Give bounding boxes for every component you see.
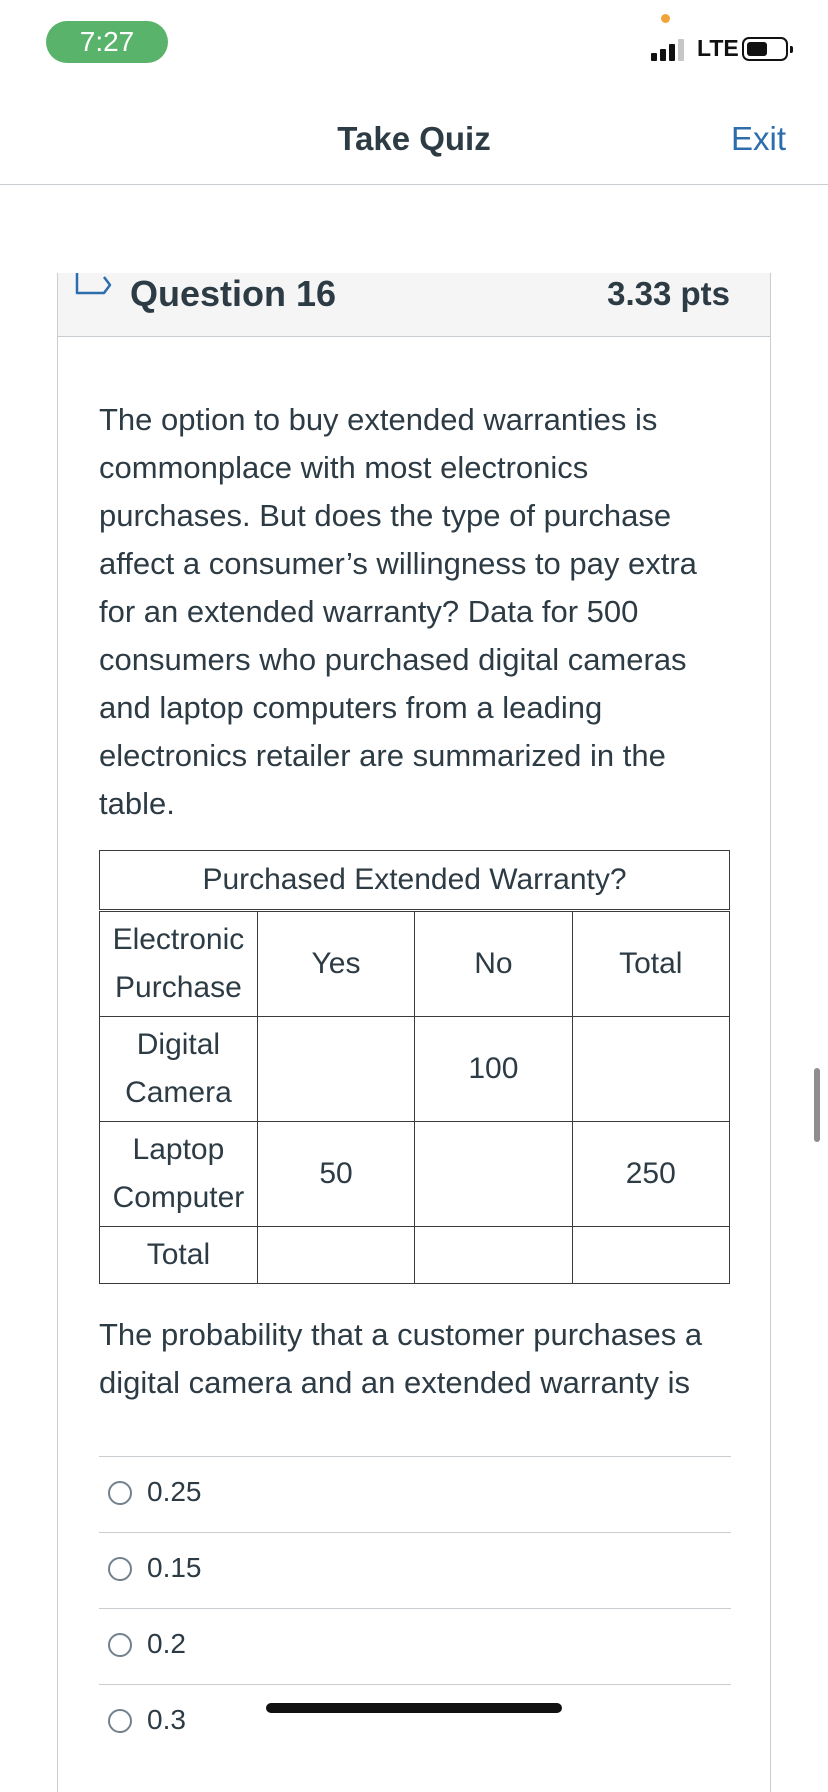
network-label: LTE [697,35,739,61]
table-header-cell: Total [571,910,731,1017]
question-points: 3.33 pts [607,275,730,312]
scrollbar[interactable] [814,1068,820,1142]
table-cell: 50 [256,1121,416,1227]
quiz-header: Take Quiz Exit [0,90,828,185]
table-cell [571,1016,731,1122]
table-cell [256,1226,416,1284]
radio-icon[interactable] [108,1557,132,1581]
table-cell [571,1226,731,1284]
table-cell: 250 [571,1121,731,1227]
question-header: Question 16 3.33 pts [58,273,770,337]
status-bar: 7:27 LTE [0,0,828,90]
status-time: 7:27 [46,21,168,63]
table-row: Total [99,1226,731,1284]
question-card: Question 16 3.33 pts The option to buy e… [57,273,771,1792]
table-header-row: Electronic Purchase Yes No Total [99,910,731,1017]
table-cell: Digital Camera [99,1016,258,1122]
radio-icon[interactable] [108,1709,132,1733]
question-prompt: The probability that a customer purchase… [99,1317,703,1400]
answer-option[interactable]: 0.15 [99,1532,731,1608]
radio-icon[interactable] [108,1481,132,1505]
flag-icon[interactable] [74,273,116,303]
radio-icon[interactable] [108,1633,132,1657]
table-row: Laptop Computer 50 250 [99,1121,731,1227]
table-cell: 100 [414,1016,573,1122]
table-caption: Purchased Extended Warranty? [99,850,730,912]
question-text: The option to buy extended warranties is… [99,402,697,821]
answer-label: 0.15 [147,1552,202,1583]
answer-list: 0.25 0.15 0.2 0.3 [99,1456,731,1760]
answer-label: 0.25 [147,1476,202,1507]
table-cell: Total [99,1226,258,1284]
answer-label: 0.3 [147,1704,186,1735]
table-header-cell: No [414,910,573,1017]
exit-button[interactable]: Exit [731,120,786,158]
table-cell [256,1016,416,1122]
table-cell [414,1226,573,1284]
data-table: Purchased Extended Warranty? Electronic … [99,850,731,1284]
home-indicator[interactable] [266,1703,562,1713]
battery-icon [742,37,793,61]
table-row: Digital Camera 100 [99,1016,731,1122]
answer-option[interactable]: 0.2 [99,1608,731,1684]
answer-option[interactable]: 0.3 [99,1684,731,1760]
page-title: Take Quiz [337,120,491,157]
question-title: Question 16 [130,273,337,314]
answer-label: 0.2 [147,1628,186,1659]
table-cell [414,1121,573,1227]
answer-option[interactable]: 0.25 [99,1456,731,1532]
signal-icon [651,37,689,61]
privacy-indicator-dot [661,14,670,23]
table-cell: Laptop Computer [99,1121,258,1227]
table-header-cell: Electronic Purchase [99,910,258,1017]
table-header-cell: Yes [256,910,416,1017]
